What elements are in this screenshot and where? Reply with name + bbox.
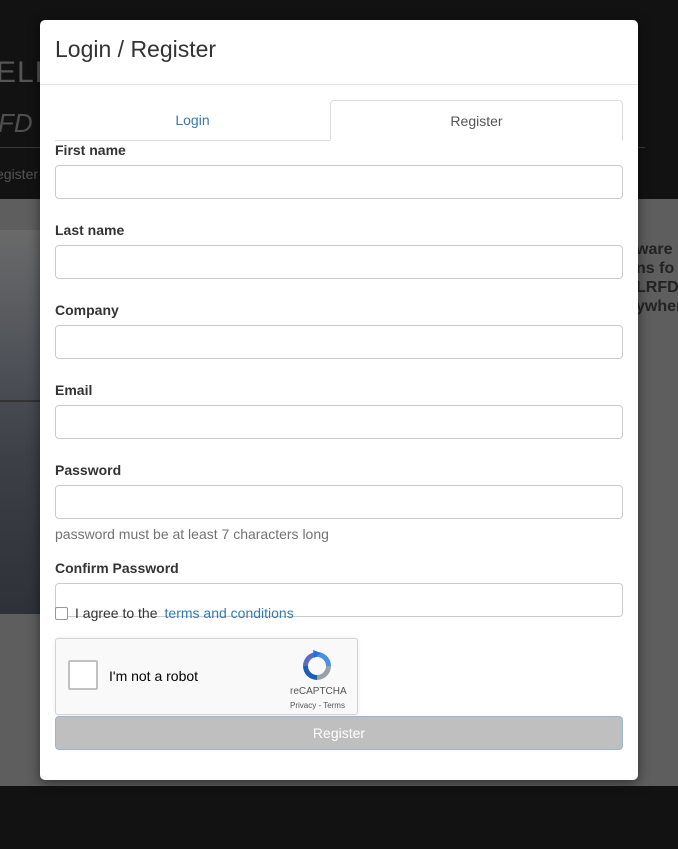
tab-register[interactable]: Register bbox=[330, 100, 623, 141]
recaptcha-privacy-terms[interactable]: Privacy - Terms bbox=[290, 701, 345, 710]
terms-agreement: I agree to the terms and conditions bbox=[55, 605, 294, 621]
terms-agree-text: I agree to the bbox=[75, 605, 158, 621]
recaptcha-label: I'm not a robot bbox=[109, 668, 199, 684]
first-name-label: First name bbox=[55, 142, 126, 158]
background-nav-link: egister bbox=[0, 166, 39, 182]
recaptcha-logo-icon bbox=[303, 650, 331, 680]
password-label: Password bbox=[55, 462, 122, 478]
recaptcha-widget: I'm not a robot reCAPTCHA Privacy - Term… bbox=[55, 638, 358, 715]
background-side-line: ywhere bbox=[636, 298, 678, 315]
register-button[interactable]: Register bbox=[55, 716, 623, 750]
background-side-text: ware p ns fo LRFD ywhere bbox=[636, 240, 678, 316]
modal-header: Login / Register bbox=[40, 20, 638, 85]
background-bridge-deck bbox=[0, 400, 40, 460]
password-help-text: password must be at least 7 characters l… bbox=[55, 526, 329, 542]
background-side-line: ware p bbox=[636, 241, 678, 258]
background-side-line: ns fo bbox=[636, 260, 675, 277]
tab-login[interactable]: Login bbox=[55, 100, 330, 141]
auth-tabs: Login Register bbox=[55, 100, 623, 141]
background-side-line: LRFD bbox=[636, 279, 678, 296]
company-input[interactable] bbox=[55, 325, 623, 359]
email-label: Email bbox=[55, 382, 93, 398]
email-input[interactable] bbox=[55, 405, 623, 439]
first-name-input[interactable] bbox=[55, 165, 623, 199]
login-register-modal: Login / Register Login Register First na… bbox=[40, 20, 638, 780]
recaptcha-brand: reCAPTCHA bbox=[290, 686, 347, 697]
last-name-input[interactable] bbox=[55, 245, 623, 279]
last-name-label: Last name bbox=[55, 222, 125, 238]
confirm-password-label: Confirm Password bbox=[55, 560, 179, 576]
company-label: Company bbox=[55, 302, 119, 318]
password-input[interactable] bbox=[55, 485, 623, 519]
modal-title: Login / Register bbox=[55, 36, 217, 62]
recaptcha-checkbox[interactable] bbox=[68, 660, 98, 690]
terms-link[interactable]: terms and conditions bbox=[165, 605, 294, 621]
terms-checkbox[interactable] bbox=[55, 606, 68, 620]
background-footer bbox=[0, 786, 678, 849]
register-form: First name Last name Company Email Passw… bbox=[55, 142, 623, 617]
